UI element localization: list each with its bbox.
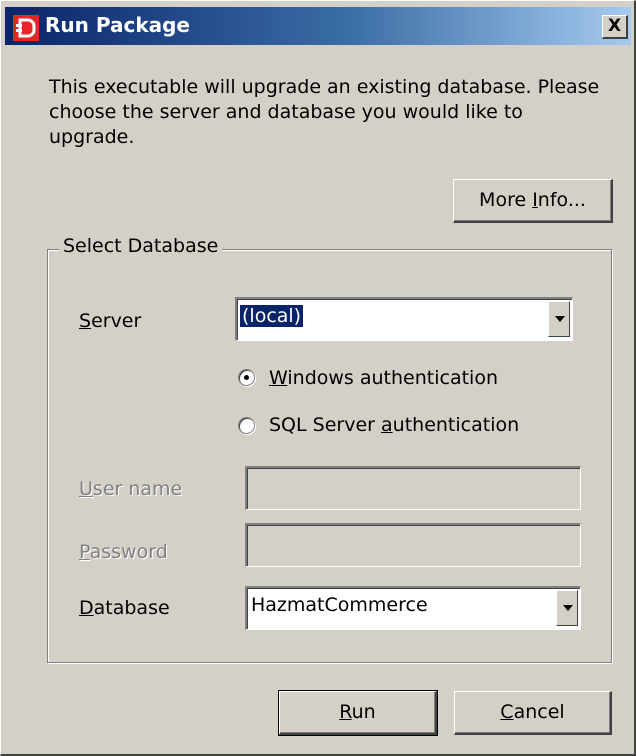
database-combobox[interactable]: HazmatCommerce xyxy=(245,586,581,630)
sql-auth-label-accel: a xyxy=(381,414,393,436)
cancel-label-rest: ancel xyxy=(513,701,565,723)
server-dropdown-button[interactable] xyxy=(548,301,570,337)
windows-auth-label-rest: indows authentication xyxy=(287,367,498,389)
description-text: This executable will upgrade an existing… xyxy=(49,76,600,148)
more-info-label-suffix: nfo... xyxy=(537,189,586,211)
server-label-accel: S xyxy=(79,310,92,332)
password-label: Password xyxy=(79,541,168,563)
more-info-label-prefix: More xyxy=(479,189,533,211)
windows-auth-label[interactable]: Windows authentication xyxy=(269,367,498,389)
database-label: Database xyxy=(79,597,170,619)
cancel-button[interactable]: Cancel xyxy=(454,691,612,735)
username-label-rest: ser name xyxy=(92,478,183,500)
group-title: Select Database xyxy=(59,235,223,257)
server-label-rest: erver xyxy=(91,310,142,332)
sql-auth-label[interactable]: SQL Server authentication xyxy=(269,414,519,436)
server-label: Server xyxy=(79,310,141,332)
windows-auth-label-accel: W xyxy=(269,367,288,389)
password-label-rest: assword xyxy=(89,541,168,563)
database-label-rest: atabase xyxy=(93,597,170,619)
run-package-dialog: Run Package X This executable will upgra… xyxy=(0,0,636,756)
chevron-down-icon xyxy=(563,605,573,611)
run-button[interactable]: Run xyxy=(278,690,438,736)
title-bar[interactable]: Run Package xyxy=(5,7,631,45)
server-combobox[interactable]: (local) xyxy=(235,297,573,341)
password-label-accel: P xyxy=(79,541,90,563)
run-label-rest: un xyxy=(351,701,376,723)
radio-selected-dot xyxy=(244,375,249,380)
chevron-down-icon xyxy=(555,316,565,322)
window-title: Run Package xyxy=(45,13,190,37)
sql-auth-radio[interactable] xyxy=(238,417,255,434)
password-field xyxy=(245,523,581,567)
database-dropdown-button[interactable] xyxy=(556,590,578,626)
username-field xyxy=(245,466,581,510)
database-value: HazmatCommerce xyxy=(251,594,428,616)
username-label-accel: U xyxy=(79,478,93,500)
more-info-button[interactable]: More Info... xyxy=(453,179,613,223)
close-button[interactable]: X xyxy=(602,15,628,39)
run-label-accel: R xyxy=(339,701,352,723)
cancel-label-accel: C xyxy=(500,701,514,723)
sql-auth-label-prefix: SQL Server xyxy=(269,414,381,436)
database-label-accel: D xyxy=(79,597,94,619)
server-value: (local) xyxy=(240,305,304,327)
windows-auth-radio[interactable] xyxy=(238,369,255,386)
username-label: User name xyxy=(79,478,182,500)
sql-auth-label-rest: uthentication xyxy=(392,414,520,436)
database-package-icon xyxy=(13,15,39,41)
